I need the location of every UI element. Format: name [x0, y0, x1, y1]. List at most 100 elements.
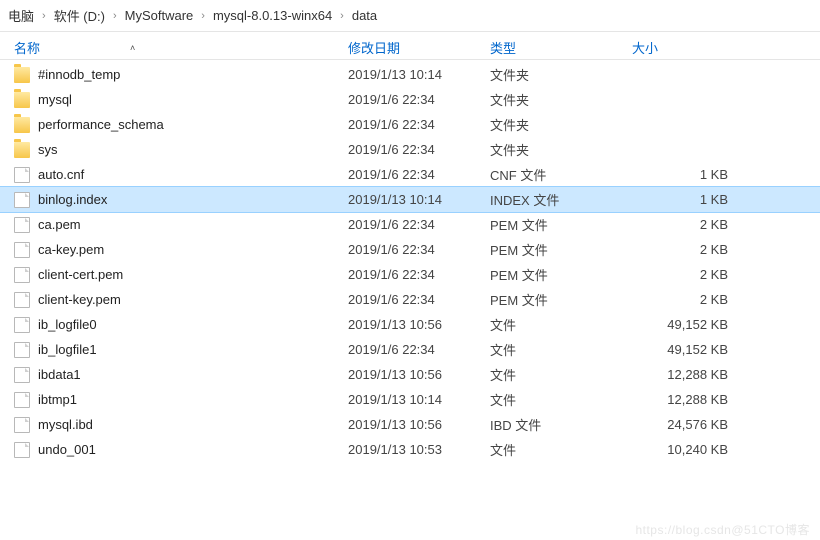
column-header-name-label: 名称	[14, 38, 40, 57]
file-type-cell: 文件	[490, 365, 632, 384]
file-name-cell: sys	[0, 142, 348, 158]
file-name-label: auto.cnf	[38, 167, 84, 182]
file-date-cell: 2019/1/6 22:34	[348, 242, 490, 257]
file-size-cell: 49,152 KB	[632, 342, 742, 357]
file-icon	[14, 242, 30, 258]
chevron-right-icon: ›	[197, 10, 209, 22]
file-type-cell: CNF 文件	[490, 165, 632, 184]
file-icon	[14, 167, 30, 183]
file-row[interactable]: ib_logfile12019/1/6 22:34文件49,152 KB	[0, 337, 820, 362]
file-name-label: undo_001	[38, 442, 96, 457]
file-type-cell: 文件夹	[490, 140, 632, 159]
breadcrumb-item[interactable]: data	[348, 8, 381, 23]
file-type-cell: IBD 文件	[490, 415, 632, 434]
file-size-cell: 2 KB	[632, 242, 742, 257]
column-header-date[interactable]: 修改日期	[348, 38, 490, 57]
file-date-cell: 2019/1/13 10:56	[348, 367, 490, 382]
file-icon	[14, 192, 30, 208]
file-icon	[14, 417, 30, 433]
file-date-cell: 2019/1/6 22:34	[348, 117, 490, 132]
file-size-cell: 49,152 KB	[632, 317, 742, 332]
file-row[interactable]: #innodb_temp2019/1/13 10:14文件夹	[0, 62, 820, 87]
sort-indicator-icon: ˄	[130, 43, 135, 53]
file-size-cell: 24,576 KB	[632, 417, 742, 432]
file-list: #innodb_temp2019/1/13 10:14文件夹mysql2019/…	[0, 60, 820, 462]
file-row[interactable]: binlog.index2019/1/13 10:14INDEX 文件1 KB	[0, 187, 820, 212]
file-name-label: ib_logfile0	[38, 317, 97, 332]
file-date-cell: 2019/1/13 10:56	[348, 317, 490, 332]
file-row[interactable]: ibdata12019/1/13 10:56文件12,288 KB	[0, 362, 820, 387]
file-date-cell: 2019/1/6 22:34	[348, 217, 490, 232]
watermark-text: https://blog.csdn@51CTO博客	[635, 521, 810, 538]
file-type-cell: PEM 文件	[490, 265, 632, 284]
file-name-cell: client-key.pem	[0, 292, 348, 308]
file-type-cell: 文件	[490, 390, 632, 409]
file-type-cell: 文件夹	[490, 90, 632, 109]
column-header-type[interactable]: 类型	[490, 38, 632, 57]
file-size-cell: 2 KB	[632, 292, 742, 307]
file-date-cell: 2019/1/13 10:53	[348, 442, 490, 457]
file-row[interactable]: auto.cnf 2019/1/6 22:34CNF 文件1 KB	[0, 162, 820, 187]
file-icon	[14, 267, 30, 283]
file-type-cell: 文件夹	[490, 65, 632, 84]
file-row[interactable]: ca.pem2019/1/6 22:34PEM 文件2 KB	[0, 212, 820, 237]
file-row[interactable]: ib_logfile0 2019/1/13 10:56文件49,152 KB	[0, 312, 820, 337]
file-date-cell: 2019/1/6 22:34	[348, 167, 490, 182]
chevron-right-icon: ›	[336, 10, 348, 22]
file-icon	[14, 392, 30, 408]
file-name-cell: ib_logfile1	[0, 342, 348, 358]
file-name-cell: #innodb_temp	[0, 67, 348, 83]
breadcrumb-item[interactable]: 电脑	[4, 6, 38, 25]
file-size-cell: 12,288 KB	[632, 367, 742, 382]
breadcrumb-item[interactable]: mysql-8.0.13-winx64	[209, 8, 336, 23]
breadcrumb[interactable]: 电脑›软件 (D:)›MySoftware›mysql-8.0.13-winx6…	[0, 0, 820, 32]
file-type-cell: INDEX 文件	[490, 190, 632, 209]
file-name-label: sys	[38, 142, 58, 157]
file-row[interactable]: undo_001 2019/1/13 10:53文件10,240 KB	[0, 437, 820, 462]
file-row[interactable]: sys 2019/1/6 22:34文件夹	[0, 137, 820, 162]
file-size-cell: 10,240 KB	[632, 442, 742, 457]
folder-icon	[14, 67, 30, 83]
file-type-cell: PEM 文件	[490, 240, 632, 259]
file-row[interactable]: client-key.pem2019/1/6 22:34PEM 文件2 KB	[0, 287, 820, 312]
file-size-cell: 1 KB	[632, 167, 742, 182]
file-row[interactable]: mysql2019/1/6 22:34文件夹	[0, 87, 820, 112]
file-type-cell: 文件	[490, 340, 632, 359]
breadcrumb-item[interactable]: 软件 (D:)	[50, 6, 109, 25]
file-name-cell: ib_logfile0	[0, 317, 348, 333]
file-icon	[14, 442, 30, 458]
file-size-cell: 2 KB	[632, 267, 742, 282]
file-name-cell: undo_001	[0, 442, 348, 458]
column-header-size[interactable]: 大小	[632, 38, 742, 57]
file-row[interactable]: ca-key.pem2019/1/6 22:34PEM 文件2 KB	[0, 237, 820, 262]
file-date-cell: 2019/1/6 22:34	[348, 142, 490, 157]
file-row[interactable]: ibtmp12019/1/13 10:14文件12,288 KB	[0, 387, 820, 412]
file-date-cell: 2019/1/13 10:14	[348, 192, 490, 207]
file-row[interactable]: client-cert.pem2019/1/6 22:34PEM 文件2 KB	[0, 262, 820, 287]
file-type-cell: 文件	[490, 315, 632, 334]
file-name-cell: auto.cnf	[0, 167, 348, 183]
file-icon	[14, 292, 30, 308]
file-name-label: client-cert.pem	[38, 267, 123, 282]
file-row[interactable]: mysql.ibd2019/1/13 10:56IBD 文件24,576 KB	[0, 412, 820, 437]
file-date-cell: 2019/1/13 10:14	[348, 392, 490, 407]
file-date-cell: 2019/1/13 10:14	[348, 67, 490, 82]
file-icon	[14, 217, 30, 233]
file-name-cell: ca-key.pem	[0, 242, 348, 258]
file-size-cell: 1 KB	[632, 192, 742, 207]
file-name-cell: ca.pem	[0, 217, 348, 233]
file-row[interactable]: performance_schema 2019/1/6 22:34文件夹	[0, 112, 820, 137]
file-name-cell: performance_schema	[0, 117, 348, 133]
chevron-right-icon: ›	[38, 10, 50, 22]
file-name-label: client-key.pem	[38, 292, 121, 307]
file-type-cell: 文件夹	[490, 115, 632, 134]
file-type-cell: PEM 文件	[490, 215, 632, 234]
breadcrumb-item[interactable]: MySoftware	[121, 8, 198, 23]
file-size-cell: 2 KB	[632, 217, 742, 232]
column-header-name[interactable]: 名称 ˄	[0, 38, 348, 57]
file-name-label: mysql	[38, 92, 72, 107]
file-date-cell: 2019/1/6 22:34	[348, 342, 490, 357]
file-type-cell: 文件	[490, 440, 632, 459]
file-name-label: performance_schema	[38, 117, 164, 132]
file-name-cell: mysql	[0, 92, 348, 108]
